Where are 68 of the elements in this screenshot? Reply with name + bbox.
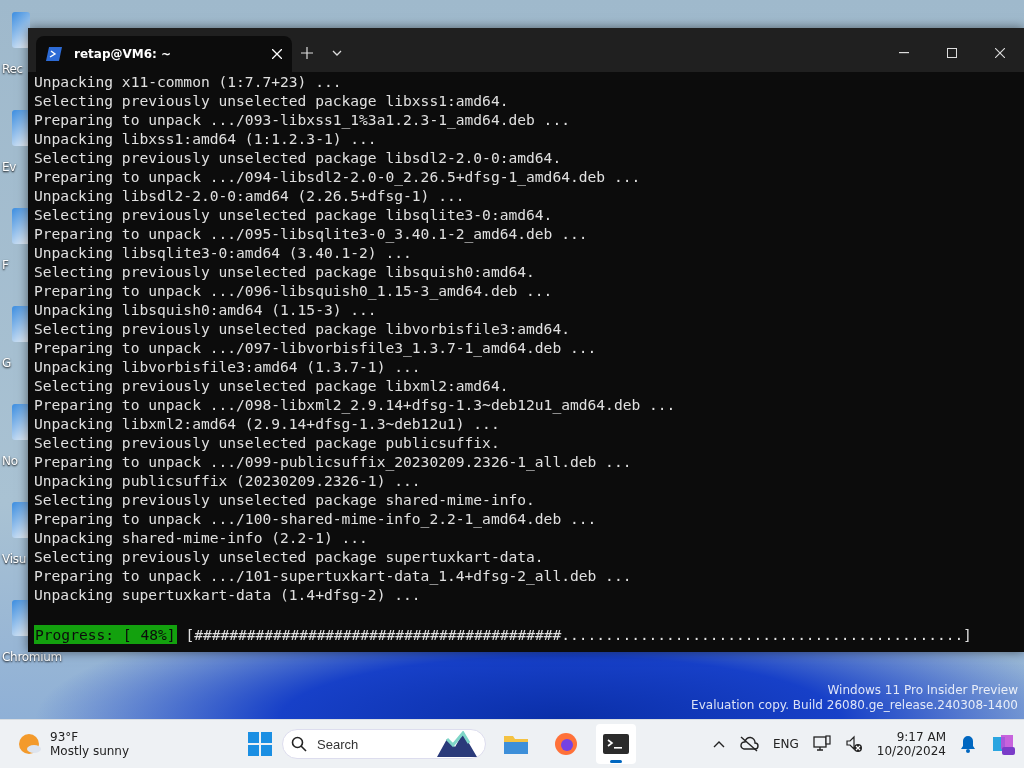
- muted-icon[interactable]: [844, 735, 863, 753]
- mountains-drawing: [437, 731, 477, 757]
- desktop-icon-label: G: [2, 356, 11, 370]
- terminal-output-line: Selecting previously unselected package publicsuffix.: [34, 433, 501, 452]
- terminal-output-line: Selecting previously unselected package libsdl2-2.0-0:amd64.: [34, 148, 563, 167]
- chevron-down-icon: [332, 50, 342, 56]
- start-icon[interactable]: [248, 732, 272, 756]
- evaluation-notice: Windows 11 Pro Insider Preview: [827, 683, 1018, 698]
- terminal-output-line: Preparing to unpack .../101-supertuxkart-data_1.4+dfsg-2_all.deb ...: [34, 566, 633, 585]
- close-icon[interactable]: [272, 49, 282, 59]
- plus-icon: [301, 47, 313, 59]
- weather-condition: Mostly sunny: [50, 744, 130, 758]
- terminal-output-line: Selecting previously unselected package libsqlite3-0:amd64.: [34, 205, 554, 224]
- terminal-output-line: Unpacking libsdl2-2.0-0:amd64 (2.26.5+dfsg-1) ...: [34, 186, 466, 205]
- terminal-output-line: Unpacking publicsuffix (20230209.2326-1) ...: [34, 471, 422, 490]
- terminal-output-line: Unpacking libsqlite3-0:amd64 (3.40.1-2) ...: [34, 243, 413, 262]
- terminal-icon: [603, 734, 629, 754]
- terminal-output-line: Preparing to unpack .../095-libsqlite3-0_3.40.1-2_amd64.deb ...: [34, 224, 589, 243]
- cloud-off-icon[interactable]: [738, 736, 759, 752]
- terminal-output-line: Unpacking x11-common (1:7.7+23) ...: [34, 72, 343, 91]
- terminal-output-line: Unpacking libsquish0:amd64 (1.15-3) ...: [34, 300, 378, 319]
- evaluation-notice: Evaluation copy. Build 26080.ge_release.240308-1400: [691, 698, 1018, 713]
- terminal-tab[interactable]: retap@VM6: ~: [36, 36, 292, 72]
- browser-icon: [554, 732, 578, 756]
- terminal-output-line: Preparing to unpack .../094-libsdl2-2.0-0_2.26.5+dfsg-1_amd64.deb ...: [34, 167, 642, 186]
- terminal-output-line: Preparing to unpack .../100-shared-mime-info_2.2-1_amd64.deb ...: [34, 509, 598, 528]
- terminal-output-line: Unpacking shared-mime-info (2.2-1) ...: [34, 528, 369, 547]
- taskbar-app-button[interactable]: [596, 724, 636, 764]
- terminal-output-line: Selecting previously unselected package libxss1:amd64.: [34, 91, 510, 110]
- terminal-output-line: Preparing to unpack .../096-libsquish0_1.15-3_amd64.deb ...: [34, 281, 554, 300]
- desktop-icon-label: Ev: [2, 160, 17, 174]
- terminal-output-line: Unpacking supertuxkart-data (1.4+dfsg-2) ...: [34, 585, 422, 604]
- terminal-output-line: Unpacking libxml2:amd64 (2.9.14+dfsg-1.3~deb12u1) ...: [34, 414, 501, 433]
- bell-icon[interactable]: [960, 735, 976, 753]
- desktop-icon-label: Chromium: [2, 650, 62, 664]
- close-icon: [995, 48, 1005, 58]
- terminal-output-line: Preparing to unpack .../093-libxss1_1%3a1.2.3-1_amd64.deb ...: [34, 110, 571, 129]
- temperature: 93°F: [50, 730, 80, 744]
- desktop-icon-label: F: [2, 258, 9, 272]
- desktop-shortcut-icon[interactable]: [12, 12, 30, 48]
- terminal-output-line: Unpacking libvorbisfile3:amd64 (1.3.7-1) ...: [34, 357, 422, 376]
- tab-title: retap@VM6: ~: [74, 47, 173, 61]
- terminal-output-line: Preparing to unpack .../097-libvorbisfile3_1.3.7-1_amd64.deb ...: [34, 338, 598, 357]
- desktop-icon-label: Visu: [2, 552, 26, 566]
- terminal-output-line: Selecting previously unselected package libvorbisfile3:amd64.: [34, 319, 571, 338]
- maximize-icon: [947, 48, 957, 58]
- terminal-output-line: Selecting previously unselected package supertuxkart-data.: [34, 547, 545, 566]
- progress-label: Progress: [ 48%]: [34, 625, 177, 644]
- minimize-icon: [899, 52, 909, 54]
- terminal-output-line: Selecting previously unselected package libxml2:amd64.: [34, 376, 510, 395]
- search-field[interactable]: Search: [315, 735, 429, 753]
- desktop-icon-label: Rec: [2, 62, 23, 76]
- desktop-icon-label: No: [2, 454, 18, 468]
- search-icon: [291, 736, 307, 752]
- terminal-output-line: Selecting previously unselected package shared-mime-info.: [34, 490, 536, 509]
- terminal-output-line: Preparing to unpack .../098-libxml2_2.9.14+dfsg-1.3~deb12u1_amd64.deb ...: [34, 395, 677, 414]
- folder-icon: [503, 733, 529, 755]
- clock-time[interactable]: 9:17 AM: [896, 730, 946, 744]
- terminal-output-line: Unpacking libxss1:amd64 (1:1.2.3-1) ...: [34, 129, 378, 148]
- powershell-icon: [46, 47, 62, 61]
- chevron-up-icon[interactable]: [712, 740, 725, 748]
- terminal-output-line: Selecting previously unselected package libsquish0:amd64.: [34, 262, 536, 281]
- network-icon[interactable]: [812, 735, 831, 753]
- clock-date[interactable]: 10/20/2024: [876, 744, 946, 758]
- language-indicator[interactable]: ENG: [772, 737, 799, 751]
- terminal-output-line: Preparing to unpack .../099-publicsuffix_20230209.2326-1_all.deb ...: [34, 452, 633, 471]
- progress-bar-text: [##########################################..............................................]: [185, 625, 972, 644]
- search-bar[interactable]: Search: [282, 729, 486, 759]
